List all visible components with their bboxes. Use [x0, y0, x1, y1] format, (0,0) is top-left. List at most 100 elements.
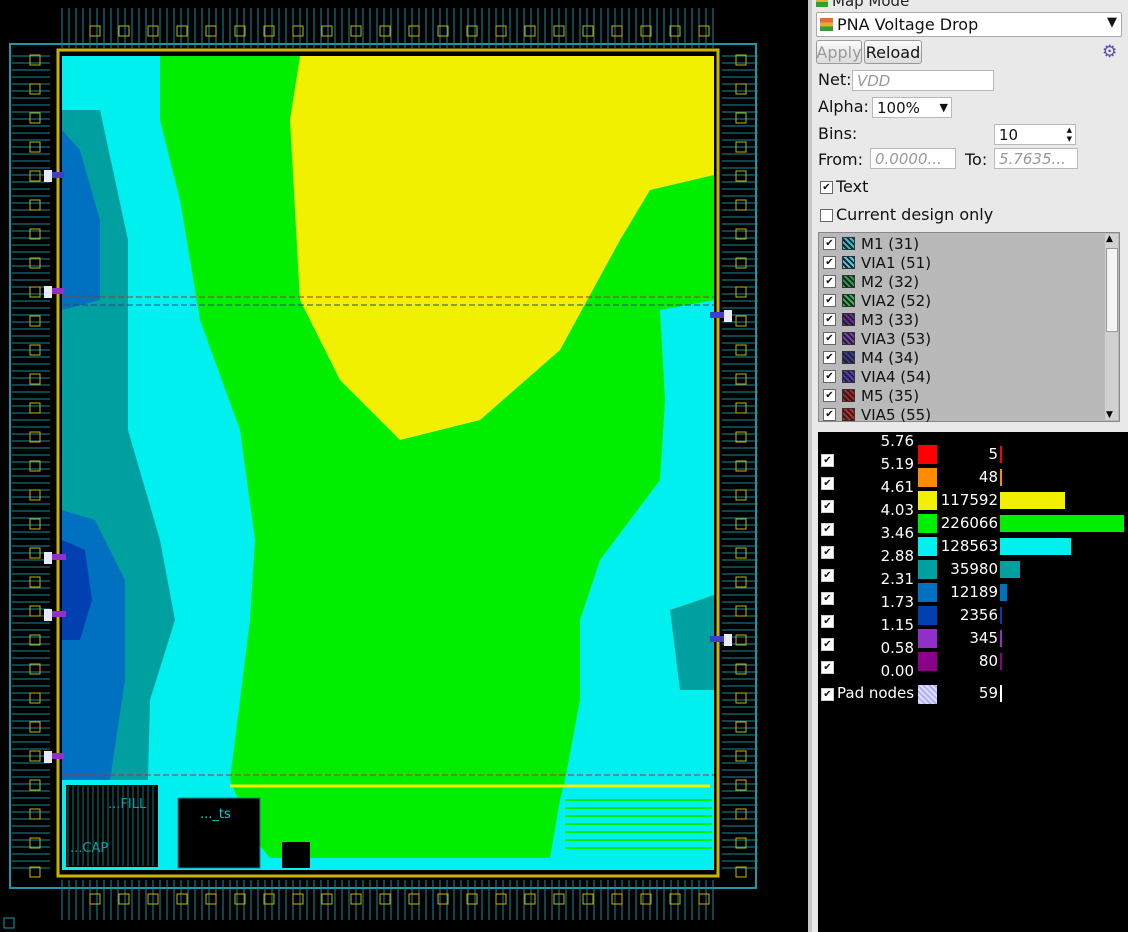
current-design-checkbox[interactable]: [820, 209, 833, 222]
pad-cell: [735, 605, 747, 617]
layer-checkbox[interactable]: ✔: [823, 389, 836, 402]
bins-spinbox[interactable]: 10 ▲ ▼: [994, 124, 1076, 145]
legend-count: 117592: [940, 491, 998, 509]
layer-checkbox[interactable]: ✔: [823, 313, 836, 326]
legend-count: 128563: [940, 537, 998, 555]
layer-name: M2 (32): [861, 272, 920, 291]
layer-row[interactable]: ✔ VIA2 (52): [823, 291, 931, 310]
layer-name: M1 (31): [861, 234, 920, 253]
layer-row[interactable]: ✔ M1 (31): [823, 234, 919, 253]
origin-marker: [3, 917, 15, 929]
pad-cell: [735, 518, 747, 530]
layer-checkbox[interactable]: ✔: [823, 351, 836, 364]
map-select[interactable]: PNA Voltage Drop ▼: [816, 12, 1122, 37]
from-label: From:: [818, 150, 864, 169]
pad-cell: [176, 893, 188, 905]
layer-checkbox[interactable]: ✔: [823, 408, 836, 421]
layer-checkbox[interactable]: ✔: [823, 370, 836, 383]
legend-checkbox[interactable]: ✔: [821, 615, 834, 628]
legend-checkbox[interactable]: ✔: [821, 546, 834, 559]
pad-cell: [735, 286, 747, 298]
pad-nodes-bar: [1000, 685, 1002, 702]
layer-row[interactable]: ✔ VIA4 (54): [823, 367, 931, 386]
legend-bar: [1000, 584, 1007, 601]
legend-checkbox[interactable]: ✔: [821, 661, 834, 674]
legend-row: ✔ 5.19 5: [818, 445, 1128, 473]
layer-row[interactable]: ✔ M3 (33): [823, 310, 919, 329]
layer-swatch: [842, 408, 855, 421]
layout-canvas[interactable]: ...FILL ..._ts ...CAP: [0, 0, 808, 932]
pad-cell: [205, 893, 217, 905]
layer-name: M3 (33): [861, 310, 920, 329]
to-label: To:: [965, 150, 988, 169]
bins-value: 10: [999, 125, 1019, 144]
legend-swatch: [918, 652, 937, 671]
apply-button[interactable]: Apply: [816, 40, 862, 64]
layer-scrollbar[interactable]: ▲ ▼: [1105, 234, 1118, 420]
legend-bar: [1000, 538, 1071, 555]
pad-cell: [735, 779, 747, 791]
legend-checkbox[interactable]: ✔: [821, 523, 834, 536]
pad-cell: [379, 893, 391, 905]
from-field[interactable]: 0.0000...: [870, 148, 956, 169]
legend-checkbox[interactable]: ✔: [821, 454, 834, 467]
scroll-up-icon[interactable]: ▲: [1106, 234, 1113, 244]
label-fill: ...FILL: [108, 797, 147, 812]
map-icon: [820, 18, 833, 31]
pad-cell: [524, 25, 536, 37]
scroll-thumb[interactable]: [1106, 248, 1118, 332]
layer-checkbox[interactable]: ✔: [823, 237, 836, 250]
layer-swatch: [842, 313, 855, 326]
pad-cell: [29, 315, 41, 327]
legend-count: 5: [988, 445, 998, 463]
pad-cell: [735, 83, 747, 95]
legend-bar: [1000, 492, 1065, 509]
pad-cell: [29, 605, 41, 617]
layer-list[interactable]: ✔ M1 (31) ✔ VIA1 (51) ✔ M2 (32) ✔ VIA2 (52) ✔ M3 …: [818, 232, 1120, 424]
pad-cell: [29, 721, 41, 733]
legend-checkbox[interactable]: ✔: [821, 569, 834, 582]
pad-cell: [29, 779, 41, 791]
layer-row[interactable]: ✔ M5 (35): [823, 386, 919, 405]
reload-button[interactable]: Reload: [864, 40, 922, 64]
pad-cell: [29, 112, 41, 124]
legend-checkbox[interactable]: ✔: [821, 500, 834, 513]
layer-row[interactable]: ✔ VIA3 (53): [823, 329, 931, 348]
legend-bar: [1000, 446, 1002, 463]
layer-checkbox[interactable]: ✔: [823, 275, 836, 288]
pad-cell: [89, 25, 101, 37]
label-ts: ..._ts: [200, 807, 231, 822]
legend-swatch: [918, 560, 937, 579]
legend-row: ✔ 1.73 12189: [818, 583, 1128, 611]
legend-checkbox[interactable]: ✔: [821, 638, 834, 651]
map-mode-panel: Map Mode PNA Voltage Drop ▼ Apply Reload…: [812, 0, 1128, 932]
layer-row[interactable]: ✔ M2 (32): [823, 272, 919, 291]
layer-row[interactable]: ✔ M4 (34): [823, 348, 919, 367]
legend-checkbox[interactable]: ✔: [821, 592, 834, 605]
layer-row[interactable]: ✔ VIA5 (55): [823, 405, 931, 424]
layer-checkbox[interactable]: ✔: [823, 256, 836, 269]
legend-bar: [1000, 630, 1002, 647]
pad-cell: [379, 25, 391, 37]
legend-row: ✔ 1.15 2356: [818, 606, 1128, 634]
current-design-label: Current design only: [836, 205, 994, 224]
alpha-select[interactable]: 100% ▼: [872, 97, 952, 118]
chevron-down-icon: ▼: [1107, 15, 1117, 30]
legend-checkbox[interactable]: ✔: [821, 477, 834, 490]
legend-count: 80: [978, 652, 998, 670]
bins-label: Bins:: [818, 124, 858, 143]
spin-arrows-icon[interactable]: ▲ ▼: [1067, 126, 1072, 144]
pad-cell: [611, 893, 623, 905]
legend-swatch: [918, 606, 937, 625]
text-checkbox[interactable]: ✔: [820, 181, 833, 194]
net-field[interactable]: VDD: [852, 70, 994, 91]
gear-icon[interactable]: ⚙: [1102, 42, 1117, 62]
pad-nodes-row: ✔ Pad nodes 59: [818, 684, 1128, 704]
to-field[interactable]: 5.7635...: [994, 148, 1078, 169]
legend-row: ✔ 3.46 226066: [818, 514, 1128, 542]
layer-row[interactable]: ✔ VIA1 (51): [823, 253, 931, 272]
layer-checkbox[interactable]: ✔: [823, 294, 836, 307]
scroll-down-icon[interactable]: ▼: [1106, 410, 1113, 420]
pad-nodes-checkbox[interactable]: ✔: [821, 688, 834, 701]
layer-checkbox[interactable]: ✔: [823, 332, 836, 345]
